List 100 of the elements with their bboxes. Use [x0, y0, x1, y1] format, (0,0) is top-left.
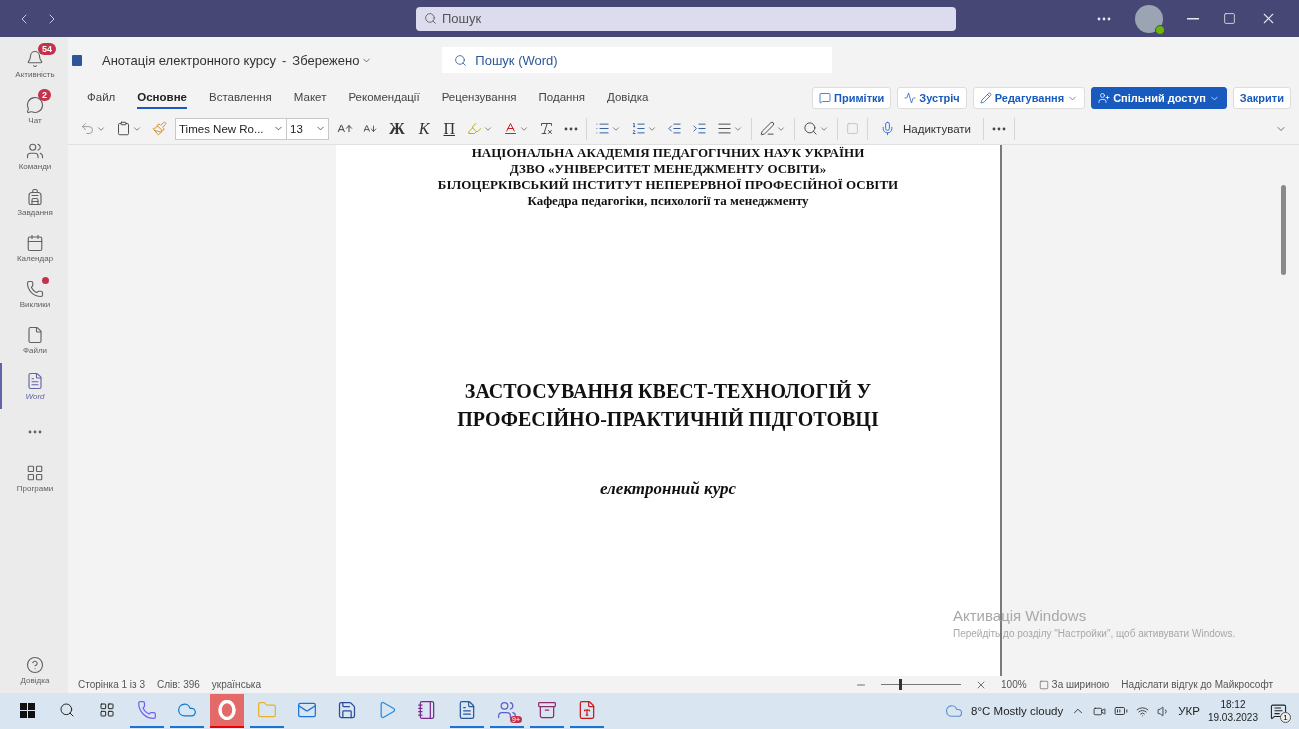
scrollbar-thumb[interactable]: [1281, 185, 1286, 275]
letter-underline-icon: [503, 121, 518, 136]
feedback-link[interactable]: Надіслати відгук до Майкрософт: [1121, 679, 1273, 690]
pencil-icon: [979, 92, 992, 104]
help-icon: [26, 655, 44, 674]
ribbon-tab[interactable]: Файл: [87, 87, 116, 109]
input-language[interactable]: УКР: [1178, 705, 1200, 717]
calendar-icon: [26, 233, 44, 252]
language-label: українська: [211, 679, 261, 690]
floppy-icon: [337, 700, 357, 720]
meeting-button[interactable]: Зустріч: [897, 87, 967, 109]
pulse-icon: [904, 92, 917, 104]
title-line: ЗАСТОСУВАННЯ КВЕСТ-ТЕХНОЛОГІЙ У: [464, 379, 872, 404]
more-icon: [992, 126, 1006, 131]
cloud-icon: [945, 702, 964, 720]
avatar[interactable]: [1135, 4, 1163, 33]
document-icon: [457, 700, 477, 720]
outdent-icon: [667, 121, 682, 136]
zoom-thumb[interactable]: [899, 679, 903, 690]
indent-icon: [692, 121, 707, 136]
phone-icon: [137, 700, 157, 720]
list-icon: [595, 121, 610, 136]
separator: -: [282, 52, 287, 68]
ribbon-tab[interactable]: Подання: [538, 87, 586, 109]
comment-icon: [819, 92, 832, 104]
page-count: Сторінка 1 із 3: [78, 679, 145, 690]
rail-item[interactable]: Виклики: [0, 271, 68, 317]
grid-icon: [26, 463, 44, 482]
search-icon: [424, 12, 437, 25]
notifications-button[interactable]: 1: [1266, 702, 1291, 720]
rail-item[interactable]: Завдання: [0, 179, 68, 225]
header-line: НАЦІОНАЛЬНА АКАДЕМІЯ ПЕДАГОГІЧНИХ НАУК УКРАЇНИ: [471, 145, 865, 161]
undo-icon: [80, 121, 95, 136]
share-button[interactable]: Спільний доступ: [1091, 87, 1227, 109]
word-icon: [72, 54, 82, 66]
rail-item[interactable]: Календар: [0, 225, 68, 271]
mail-icon: [297, 700, 317, 720]
ribbon-tab[interactable]: Рецензування: [441, 87, 517, 109]
align-icon: [717, 121, 732, 136]
search-field[interactable]: Пошук: [416, 6, 956, 31]
help-button[interactable]: Довідка: [0, 647, 68, 693]
archive-icon: [537, 700, 557, 720]
clock-time[interactable]: 18:12: [1220, 698, 1246, 711]
dictate-button[interactable]: Надиктувати: [874, 120, 977, 137]
comments-button[interactable]: Примітки: [812, 87, 892, 109]
format-button[interactable]: К: [414, 119, 434, 138]
count-badge: 54: [38, 43, 56, 55]
minimize-icon: [1187, 17, 1199, 20]
rail-item[interactable]: Чат 2: [0, 87, 68, 133]
document-icon: [26, 371, 44, 390]
rail-item[interactable]: Word: [0, 363, 68, 409]
notebook-icon: [417, 700, 437, 720]
zoom-percent[interactable]: 100%: [1001, 679, 1027, 690]
rail-item[interactable]: Активність 54: [0, 41, 68, 87]
clock-date[interactable]: 19.03.2023: [1207, 711, 1258, 724]
rail-item[interactable]: Файли: [0, 317, 68, 363]
pen-icon: [760, 121, 775, 136]
more-icon: [564, 126, 578, 131]
save-status[interactable]: Збережено: [292, 52, 373, 68]
search-field[interactable]: Пошук (Word): [442, 47, 833, 73]
search-icon: [803, 121, 818, 136]
message-icon: [1270, 702, 1287, 720]
backpack-icon: [26, 187, 44, 206]
more-icon: [28, 430, 42, 434]
ribbon-tab[interactable]: Макет: [293, 87, 327, 109]
format-button[interactable]: П: [439, 119, 459, 138]
title-line: ПРОФЕСІЙНО-ПРАКТИЧНІЙ ПІДГОТОВЦІ: [457, 407, 879, 433]
rail-item[interactable]: Команди: [0, 133, 68, 179]
clipboard-icon: [116, 121, 131, 136]
close-document-button[interactable]: Закрити: [1232, 87, 1291, 109]
numbered-list-icon: [631, 121, 646, 136]
task-view-icon: [99, 702, 115, 718]
header-line: ДЗВО «УНІВЕРСИТЕТ МЕНЕДЖМЕНТУ ОСВІТИ»: [509, 161, 827, 177]
editing-button[interactable]: Редагування: [972, 87, 1086, 109]
subtitle-text: електронний курс: [600, 481, 736, 497]
ribbon-tab[interactable]: Рекомендації: [348, 87, 420, 109]
word-count: Слів: 396: [157, 679, 200, 690]
folder-icon: [257, 700, 277, 720]
font-field[interactable]: Times New Ro...: [175, 117, 287, 140]
fit-width-button[interactable]: За шириною: [1038, 679, 1110, 690]
file-icon: [26, 325, 44, 344]
ribbon-tab[interactable]: Вставлення: [209, 87, 272, 109]
battery-icon: [1114, 704, 1129, 718]
square-icon: [846, 122, 859, 135]
microphone-icon: [880, 121, 895, 136]
bell-icon: [26, 49, 44, 68]
header-line: Кафедра педагогіки, психології та менеджменту: [527, 193, 809, 209]
search-icon: [454, 53, 468, 67]
windows-logo-icon: [19, 702, 35, 718]
document-title[interactable]: Анотація електронного курсу: [102, 52, 276, 68]
ring-icon: [217, 700, 237, 720]
format-button[interactable]: Ж: [385, 119, 409, 138]
header-line: БІЛОЦЕРКІВСЬКИЙ ІНСТИТУТ НЕПЕРЕРВНОЇ ПРОФЕСІЙНОЇ ОСВІТИ: [437, 177, 899, 193]
taskbar-app[interactable]: [210, 694, 244, 728]
count-badge: 2: [38, 89, 51, 101]
font-size-field[interactable]: 13: [287, 117, 329, 140]
ribbon-tab[interactable]: Основне: [137, 87, 187, 109]
ribbon-tab[interactable]: Довідка: [607, 87, 649, 109]
rail-item[interactable]: Програми: [0, 455, 68, 501]
weather-text[interactable]: 8°C Mostly cloudy: [971, 705, 1064, 717]
